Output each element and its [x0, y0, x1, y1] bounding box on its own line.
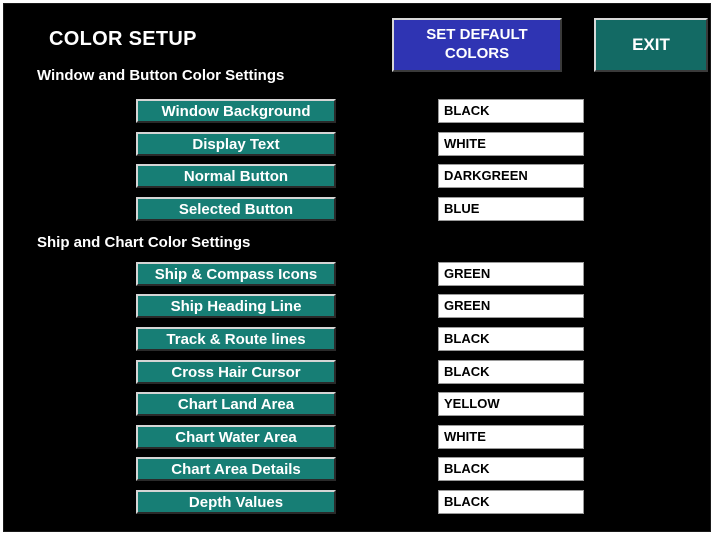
- set-default-label-line2: COLORS: [444, 45, 510, 62]
- set-default-colors-button[interactable]: SET DEFAULT COLORS: [392, 18, 562, 72]
- display-text-button[interactable]: Display Text: [136, 132, 336, 156]
- track-route-lines-button[interactable]: Track & Route lines: [136, 327, 336, 351]
- chart-land-area-button[interactable]: Chart Land Area: [136, 392, 336, 416]
- window-settings-heading: Window and Button Color Settings: [37, 67, 285, 84]
- window-background-button[interactable]: Window Background: [136, 99, 336, 123]
- chart-area-details-button[interactable]: Chart Area Details: [136, 457, 336, 481]
- chart-water-area-button[interactable]: Chart Water Area: [136, 425, 336, 449]
- color-setup-screen: COLOR SETUP SET DEFAULT COLORS EXIT Wind…: [3, 3, 711, 532]
- ship-heading-line-value[interactable]: GREEN: [438, 294, 584, 318]
- selected-button-button[interactable]: Selected Button: [136, 197, 336, 221]
- exit-button[interactable]: EXIT: [594, 18, 708, 72]
- page-title: COLOR SETUP: [49, 28, 197, 50]
- track-route-lines-value[interactable]: BLACK: [438, 327, 584, 351]
- selected-button-value[interactable]: BLUE: [438, 197, 584, 221]
- set-default-label-line1: SET DEFAULT: [426, 26, 528, 43]
- depth-values-button[interactable]: Depth Values: [136, 490, 336, 514]
- window-background-value[interactable]: BLACK: [438, 99, 584, 123]
- ship-heading-line-button[interactable]: Ship Heading Line: [136, 294, 336, 318]
- cross-hair-cursor-value[interactable]: BLACK: [438, 360, 584, 384]
- normal-button-button[interactable]: Normal Button: [136, 164, 336, 188]
- depth-values-value[interactable]: BLACK: [438, 490, 584, 514]
- ship-settings-heading: Ship and Chart Color Settings: [37, 234, 251, 251]
- chart-water-area-value[interactable]: WHITE: [438, 425, 584, 449]
- chart-land-area-value[interactable]: YELLOW: [438, 392, 584, 416]
- chart-area-details-value[interactable]: BLACK: [438, 457, 584, 481]
- normal-button-value[interactable]: DARKGREEN: [438, 164, 584, 188]
- cross-hair-cursor-button[interactable]: Cross Hair Cursor: [136, 360, 336, 384]
- ship-compass-icons-value[interactable]: GREEN: [438, 262, 584, 286]
- ship-compass-icons-button[interactable]: Ship & Compass Icons: [136, 262, 336, 286]
- display-text-value[interactable]: WHITE: [438, 132, 584, 156]
